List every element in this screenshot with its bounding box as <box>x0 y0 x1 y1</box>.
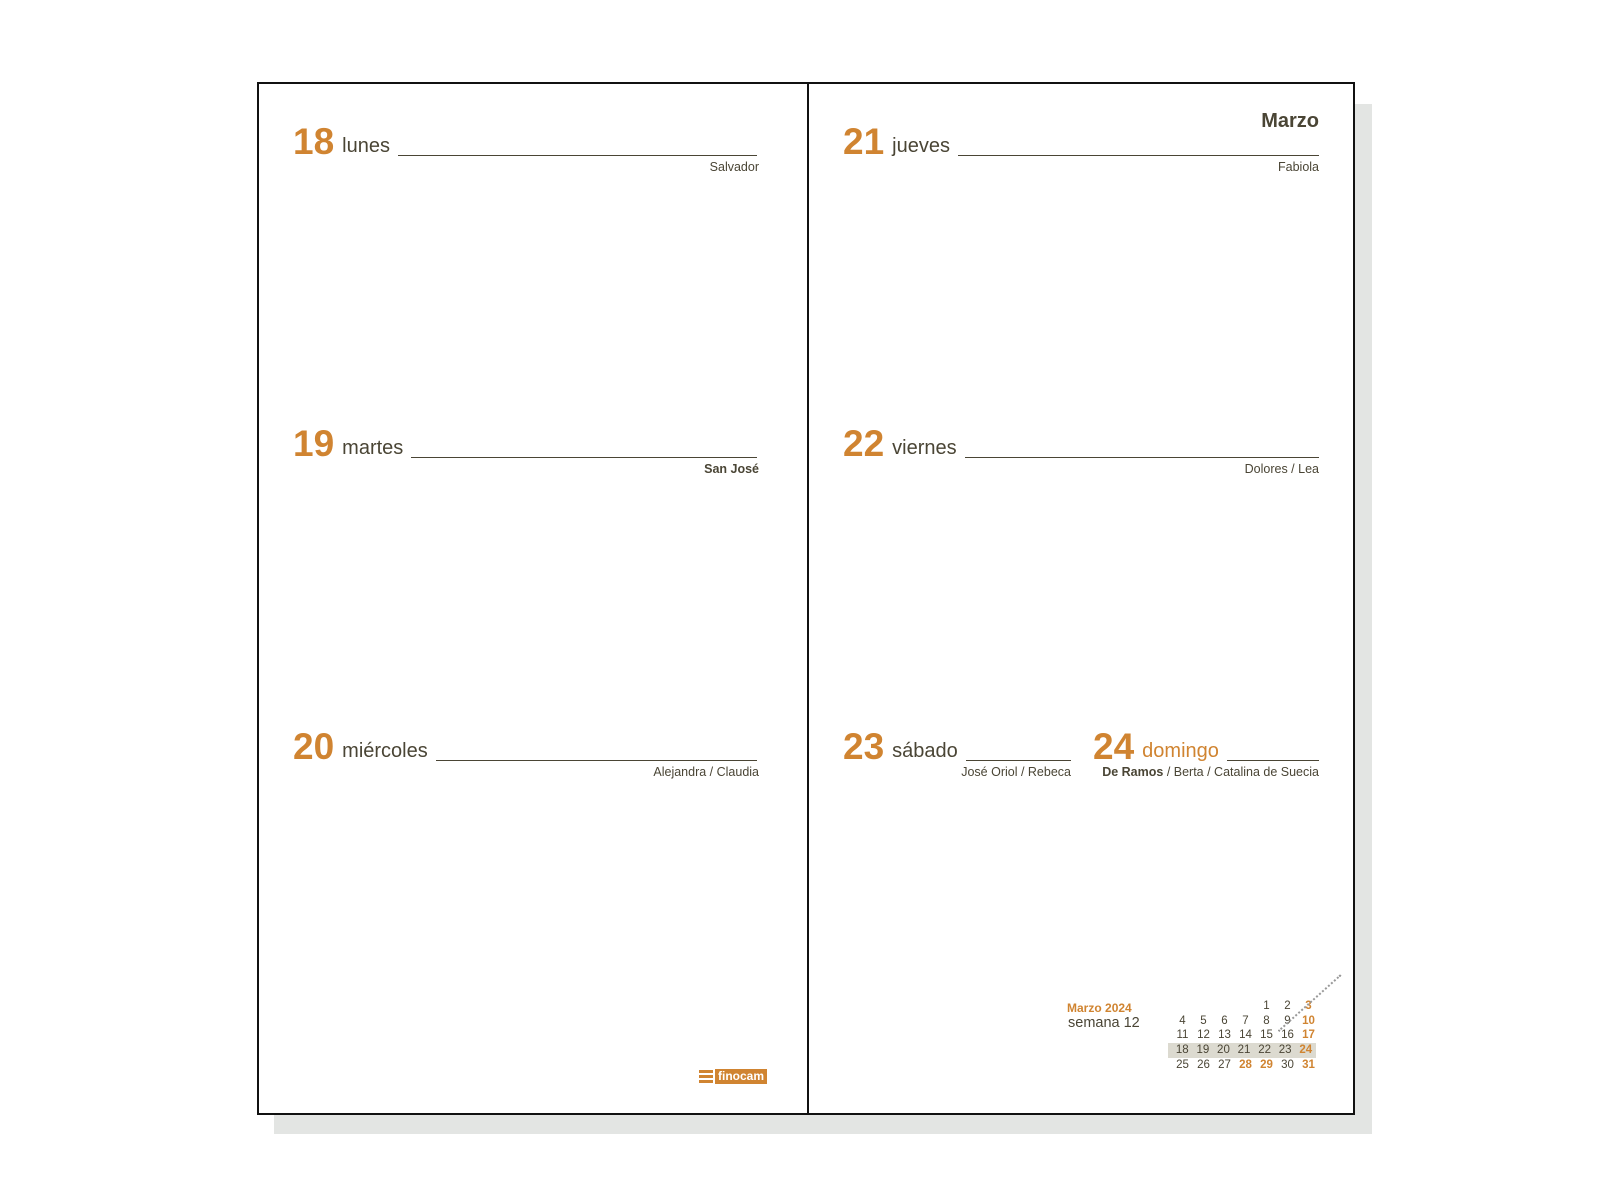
day-name: jueves <box>892 135 950 157</box>
left-page: 18 lunes Salvador 19 martes San José 20 … <box>259 84 807 1113</box>
mini-calendar-date: 15 <box>1260 1029 1273 1042</box>
mini-calendar-date: 26 <box>1197 1058 1210 1071</box>
mini-calendar-date: 2 <box>1284 1000 1291 1012</box>
day-21: 21 jueves <box>843 123 1319 160</box>
day-rule <box>1226 760 1319 761</box>
day-rule <box>957 155 1319 156</box>
day-name: sábado <box>892 740 958 762</box>
mini-calendar-date: 30 <box>1281 1058 1294 1071</box>
mini-calendar-date: 21 <box>1237 1044 1251 1057</box>
mini-calendar-date: 11 <box>1176 1029 1189 1042</box>
day-name: domingo <box>1142 740 1219 762</box>
day-name: lunes <box>342 135 390 157</box>
mini-calendar-date <box>1193 999 1214 1014</box>
finocam-logo: finocam <box>699 1069 768 1084</box>
day-number: 21 <box>843 121 885 162</box>
day-23: 23 sábado <box>843 728 1071 765</box>
planner-spread: 18 lunes Salvador 19 martes San José 20 … <box>257 82 1355 1115</box>
mini-calendar-date: 25 <box>1176 1058 1189 1071</box>
logo-text: finocam <box>715 1069 768 1084</box>
day-19: 19 martes <box>293 425 757 462</box>
day-number: 20 <box>293 726 335 767</box>
day-18: 18 lunes <box>293 123 757 160</box>
mini-calendar-date: 22 <box>1258 1044 1271 1057</box>
mini-calendar-date <box>1235 999 1256 1014</box>
saint-name: Salvador <box>709 160 759 174</box>
mini-calendar-date <box>1172 999 1193 1014</box>
saint-name: Alejandra / Claudia <box>653 765 759 779</box>
mini-calendar-week-row: 18 19 20 21 22 23 24 <box>1168 1043 1316 1058</box>
day-rule <box>435 760 757 761</box>
mini-calendar-date: 23 <box>1278 1044 1292 1057</box>
day-number: 18 <box>293 121 335 162</box>
saint-name: De Ramos / Berta / Catalina de Suecia <box>1102 765 1319 779</box>
day-number: 22 <box>843 423 885 464</box>
mini-calendar-week-row: 25 26 27 28 29 30 31 <box>1172 1058 1319 1073</box>
mini-calendar-date: 12 <box>1197 1029 1210 1042</box>
day-rule <box>964 457 1319 458</box>
logo-bars-icon <box>699 1069 713 1084</box>
day-name: miércoles <box>342 740 428 762</box>
right-page: Marzo 21 jueves Fabiola 22 viernes Dolor… <box>809 84 1353 1113</box>
mini-calendar-date <box>1214 999 1235 1014</box>
saint-name: Dolores / Lea <box>1244 462 1319 476</box>
mini-calendar-date: 18 <box>1175 1044 1189 1057</box>
day-22: 22 viernes <box>843 425 1319 462</box>
mini-calendar-date: 28 <box>1239 1058 1252 1071</box>
saint-name: San José <box>704 462 759 476</box>
day-rule <box>411 457 757 458</box>
mini-calendar-date: 7 <box>1242 1014 1249 1027</box>
day-24: 24 domingo <box>1093 728 1319 765</box>
mini-calendar-date: 13 <box>1218 1029 1231 1042</box>
day-rule <box>397 155 757 156</box>
day-number: 19 <box>293 423 335 464</box>
week-label: semana 12 <box>1068 1015 1140 1031</box>
mini-calendar-date: 14 <box>1239 1029 1252 1042</box>
day-number: 24 <box>1093 726 1135 767</box>
mini-calendar-date: 5 <box>1200 1014 1207 1027</box>
mini-calendar-week-row: 11 12 13 14 15 16 17 <box>1172 1028 1319 1043</box>
mini-calendar-date: 8 <box>1263 1014 1270 1027</box>
day-name: martes <box>342 437 404 459</box>
mini-calendar-date: 10 <box>1302 1014 1315 1027</box>
saint-name: Fabiola <box>1278 160 1319 174</box>
mini-calendar-date: 24 <box>1299 1044 1313 1057</box>
day-rule <box>965 760 1071 761</box>
mini-calendar: 1 2 3 4 5 6 7 8 9 10 11 12 13 14 15 16 17 18 19 20 21 22 23 24 2… <box>1168 999 1319 1073</box>
day-number: 23 <box>843 726 885 767</box>
mini-calendar-date: 1 <box>1263 1000 1270 1012</box>
mini-calendar-date: 19 <box>1196 1044 1210 1057</box>
mini-calendar-date: 20 <box>1217 1044 1230 1057</box>
mini-calendar-date: 27 <box>1218 1058 1231 1071</box>
mini-calendar-date: 29 <box>1260 1058 1273 1071</box>
day-name: viernes <box>892 437 957 459</box>
mini-calendar-date: 31 <box>1302 1058 1315 1071</box>
mini-calendar-date: 17 <box>1302 1029 1315 1042</box>
mini-calendar-date: 4 <box>1179 1014 1186 1027</box>
saint-name: José Oriol / Rebeca <box>961 765 1071 779</box>
day-20: 20 miércoles <box>293 728 757 765</box>
mini-calendar-date: 6 <box>1221 1014 1228 1027</box>
mini-calendar-title: Marzo 2024 <box>1067 1001 1132 1015</box>
